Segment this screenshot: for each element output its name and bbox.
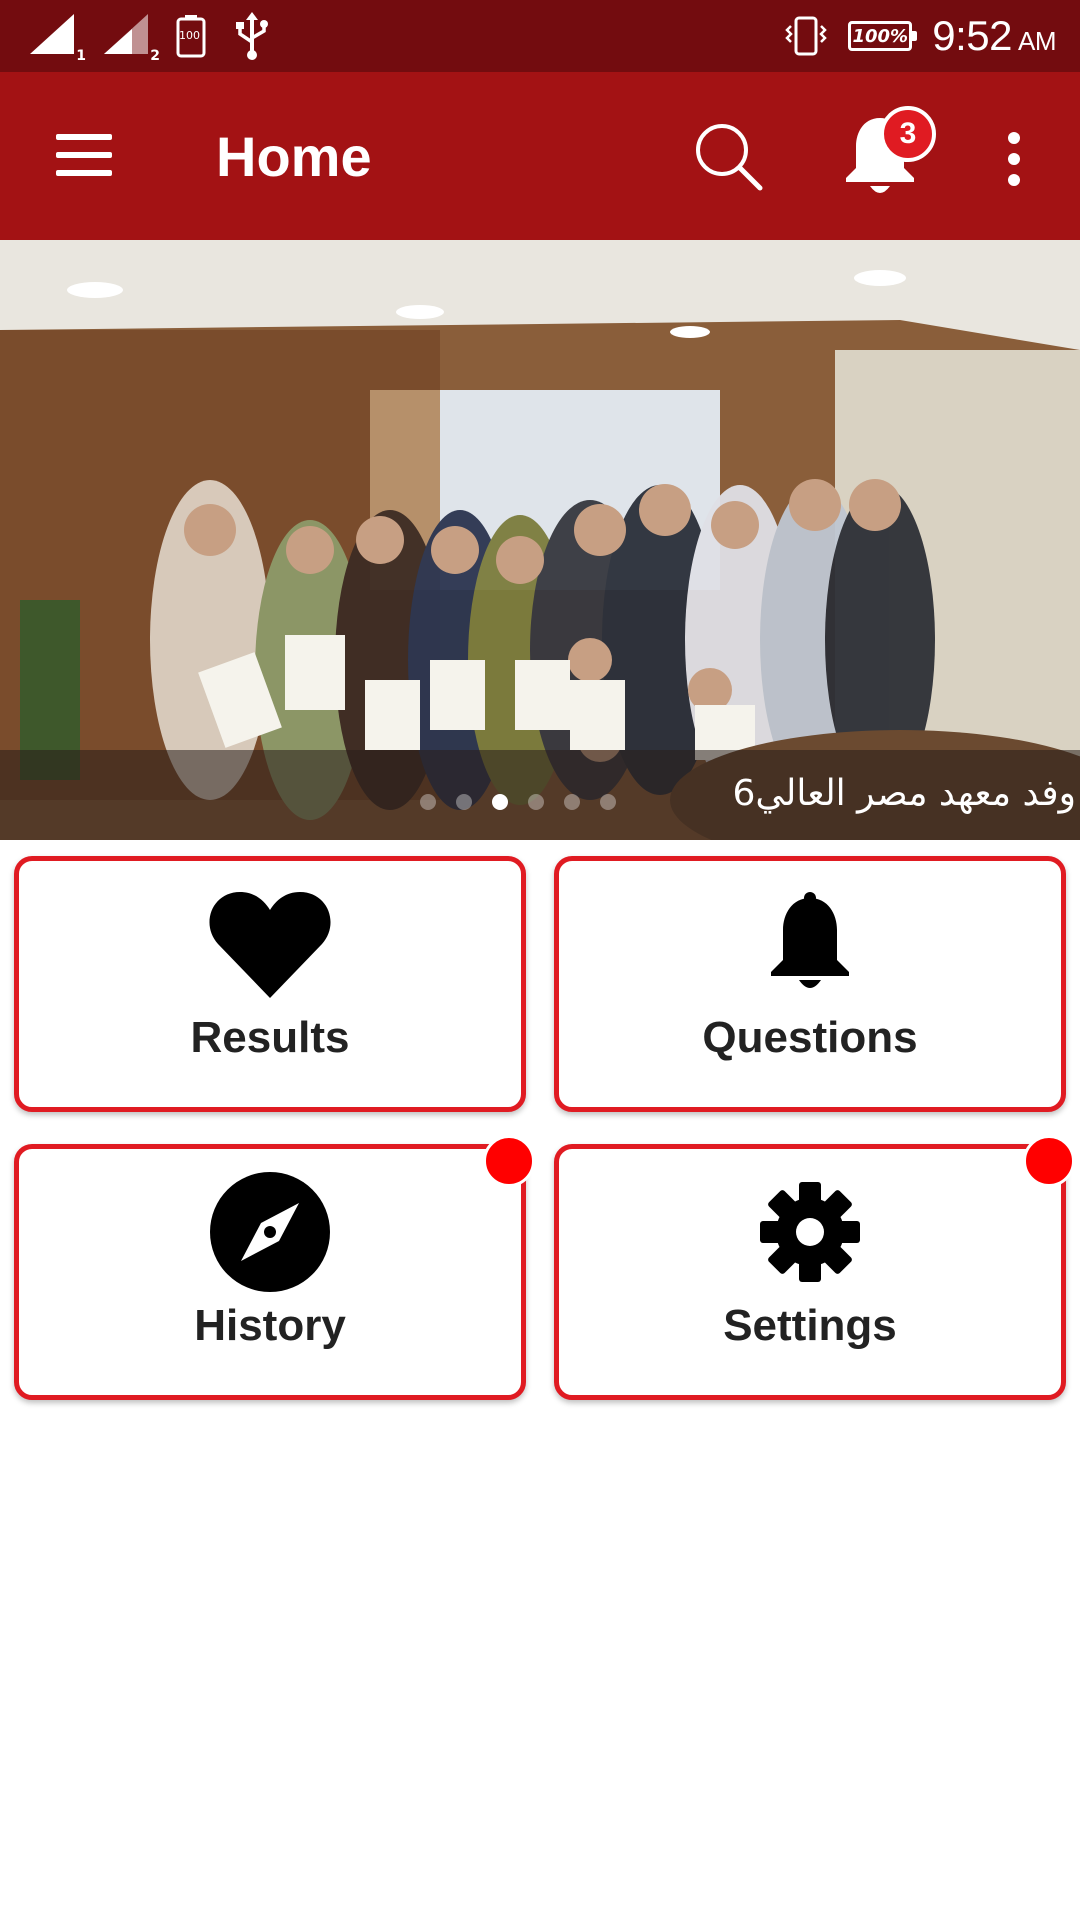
carousel-dot[interactable]	[420, 794, 436, 810]
results-card[interactable]: Results	[14, 856, 526, 1112]
bell-icon	[745, 879, 875, 1009]
clock-ampm: AM	[1018, 26, 1057, 56]
history-alert-dot	[483, 1135, 535, 1187]
search-icon[interactable]	[692, 120, 764, 192]
status-bar: 1 2 100 100% 9:52 AM	[0, 0, 1080, 72]
settings-label: Settings	[723, 1301, 897, 1350]
carousel-dot[interactable]	[456, 794, 472, 810]
notification-count-badge: 3	[880, 106, 936, 162]
questions-card[interactable]: Questions	[554, 856, 1066, 1112]
banner-caption: وفد معهد مصر العالي6	[732, 773, 1076, 814]
history-label: History	[194, 1301, 346, 1350]
carousel-indicator	[420, 794, 616, 810]
clock: 9:52 AM	[932, 12, 1056, 60]
questions-label: Questions	[702, 1013, 918, 1062]
carousel-dot[interactable]	[600, 794, 616, 810]
settings-alert-dot	[1023, 1135, 1075, 1187]
settings-card[interactable]: Settings	[554, 1135, 1075, 1400]
status-left-icons: 1 2 100	[28, 12, 270, 64]
carousel-dot-active[interactable]	[492, 794, 508, 810]
carousel-dot[interactable]	[564, 794, 580, 810]
sim2-label: 2	[150, 48, 160, 64]
image-carousel[interactable]: وفد معهد مصر العالي6	[0, 240, 1080, 840]
signal-sim2-icon: 2	[102, 12, 160, 64]
menu-icon[interactable]	[56, 134, 112, 176]
vibrate-icon	[784, 14, 828, 58]
sim1-label: 1	[76, 48, 86, 64]
signal-sim1-icon: 1	[28, 12, 86, 64]
carousel-dot[interactable]	[528, 794, 544, 810]
page-title: Home	[216, 125, 372, 188]
results-label: Results	[190, 1013, 350, 1062]
history-card[interactable]: History	[14, 1135, 535, 1400]
status-right-icons: 100% 9:52 AM	[784, 10, 1057, 62]
more-options-icon[interactable]	[996, 132, 1032, 186]
gear-icon	[745, 1167, 875, 1297]
usb-icon	[234, 12, 270, 60]
battery-small-label: 100	[179, 29, 200, 42]
compass-icon	[205, 1167, 335, 1297]
app-bar: Home 3	[0, 72, 1080, 240]
clock-time: 9:52	[932, 12, 1012, 59]
battery-small-icon: 100	[176, 14, 206, 58]
heart-icon	[205, 879, 335, 1009]
battery-percent-icon: 100%	[848, 21, 918, 51]
